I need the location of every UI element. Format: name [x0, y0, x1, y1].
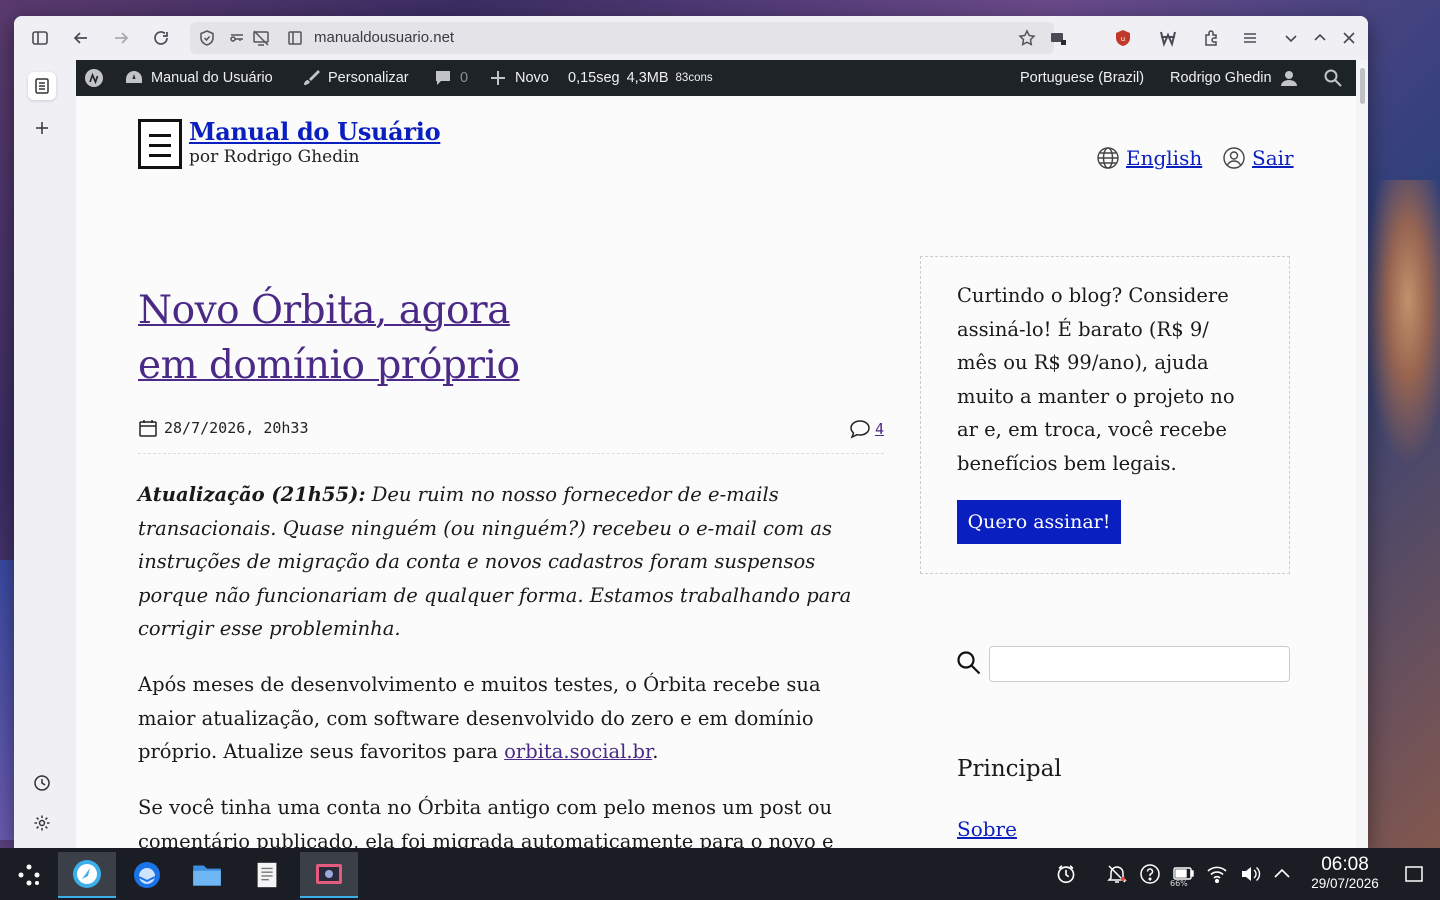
- permissions-icon[interactable]: [228, 29, 246, 51]
- admin-site-link[interactable]: Manual do Usuário: [124, 60, 273, 96]
- post-date: 28/7/2026, 20h33: [138, 418, 309, 438]
- brush-icon: [304, 70, 320, 85]
- browser-sidebar: [14, 60, 76, 848]
- extensions-puzzle-icon[interactable]: [1197, 24, 1225, 52]
- extension-icon[interactable]: [1044, 24, 1072, 52]
- reload-button[interactable]: [147, 24, 175, 52]
- post-paragraph: Se você tinha uma conta no Órbita antigo…: [138, 796, 834, 848]
- back-button[interactable]: [67, 24, 95, 52]
- file-manager-icon[interactable]: [178, 852, 236, 898]
- search-icon[interactable]: [956, 650, 982, 676]
- post-meta: 28/7/2026, 20h33 4: [138, 416, 884, 454]
- reader-panel-icon[interactable]: [28, 72, 56, 100]
- maximize-icon[interactable]: [1306, 24, 1334, 52]
- plus-icon: [491, 71, 505, 85]
- post-paragraph: Após meses de desenvolvimento e muitos t…: [138, 673, 821, 764]
- site-title[interactable]: Manual do Usuário: [189, 117, 441, 146]
- settings-gear-icon[interactable]: [28, 809, 56, 837]
- wp-admin-bar: Manual do Usuário Personalizar 0 Novo 0,…: [76, 60, 1356, 96]
- admin-search-icon[interactable]: [1323, 60, 1343, 96]
- subscribe-text: Curtindo o blog? Considere assiná-lo! É …: [957, 284, 1235, 475]
- menu-link-sobre[interactable]: Sobre: [957, 817, 1017, 841]
- clock-time[interactable]: 06:08: [1300, 854, 1390, 876]
- site-tagline: por Rodrigo Ghedin: [189, 147, 360, 167]
- admin-customize-link[interactable]: Personalizar: [301, 60, 409, 96]
- screenshot-tool-icon[interactable]: [300, 852, 358, 898]
- browser-task-icon[interactable]: [58, 852, 116, 898]
- caffeine-icon[interactable]: [1050, 858, 1082, 890]
- help-icon[interactable]: [1138, 862, 1162, 886]
- page-info-icon[interactable]: [286, 29, 304, 51]
- wifi-icon[interactable]: [1205, 862, 1229, 886]
- user-avatar-icon: [1280, 71, 1297, 86]
- menu-icon[interactable]: [1236, 24, 1264, 52]
- text-editor-icon[interactable]: [238, 852, 296, 898]
- volume-icon[interactable]: [1238, 862, 1262, 886]
- language-link[interactable]: English: [1096, 146, 1202, 170]
- logout-link[interactable]: Sair: [1222, 146, 1294, 170]
- browser-toolbar: manualdousuario.net u: [14, 16, 1368, 60]
- admin-user-menu[interactable]: Rodrigo Ghedin: [1170, 60, 1299, 96]
- orbita-link[interactable]: orbita.social.br: [504, 740, 652, 763]
- battery-percentage: 66%: [1170, 879, 1188, 888]
- search-input[interactable]: [989, 646, 1290, 682]
- history-icon[interactable]: [28, 769, 56, 797]
- comment-bubble-icon: [436, 71, 450, 85]
- wallabag-icon[interactable]: [1154, 24, 1182, 52]
- wallpaper-decoration: [1360, 180, 1440, 480]
- ublock-origin-icon[interactable]: u: [1109, 24, 1137, 52]
- close-icon[interactable]: [1335, 24, 1363, 52]
- thunderbird-icon[interactable]: [118, 852, 176, 898]
- shield-icon[interactable]: [198, 29, 216, 51]
- wordpress-logo-icon[interactable]: [84, 60, 104, 96]
- subscribe-widget: Curtindo o blog? Considere assiná-lo! É …: [920, 256, 1290, 574]
- scrollbar-thumb[interactable]: [1360, 68, 1365, 104]
- url-text[interactable]: manualdousuario.net: [314, 29, 454, 46]
- sidebar-toggle-icon[interactable]: [26, 24, 54, 52]
- svg-text:u: u: [1121, 35, 1125, 43]
- taskbar: 66% 06:08 29/07/2026: [0, 848, 1440, 900]
- site-logo[interactable]: [138, 119, 182, 169]
- app-launcher-icon[interactable]: [0, 852, 58, 898]
- add-panel-icon[interactable]: [28, 114, 56, 142]
- subscribe-button[interactable]: Quero assinar!: [957, 500, 1121, 544]
- page-viewport: Manual do Usuário Personalizar 0 Novo 0,…: [76, 60, 1356, 848]
- bookmark-star-icon[interactable]: [1018, 29, 1036, 51]
- post-title[interactable]: Novo Órbita, agora em domínio próprio: [138, 283, 598, 393]
- minimize-icon[interactable]: [1277, 24, 1305, 52]
- show-desktop-icon[interactable]: [1402, 862, 1426, 886]
- user-circle-icon: [1223, 147, 1245, 169]
- tray-expand-icon[interactable]: [1270, 862, 1294, 886]
- admin-language-switcher[interactable]: Portuguese (Brazil): [1020, 60, 1144, 96]
- calendar-icon: [139, 420, 157, 437]
- dashboard-icon: [126, 71, 142, 83]
- screen-sharing-blocked-icon[interactable]: [252, 29, 270, 51]
- menu-widget-heading: Principal: [957, 756, 1062, 782]
- notifications-off-icon[interactable]: [1105, 862, 1129, 886]
- page-scrollbar[interactable]: [1358, 62, 1366, 848]
- admin-new-link[interactable]: Novo: [488, 60, 549, 96]
- admin-comments-link[interactable]: 0: [433, 60, 468, 96]
- comment-icon: [850, 420, 870, 439]
- post-comments-link[interactable]: 4: [849, 418, 884, 440]
- clock-date[interactable]: 29/07/2026: [1300, 876, 1390, 891]
- update-notice: Atualização (21h55): Deu ruim no nosso f…: [138, 483, 852, 641]
- browser-window: manualdousuario.net u Manual do Usuário …: [14, 16, 1368, 848]
- globe-icon: [1097, 147, 1119, 169]
- forward-button[interactable]: [107, 24, 135, 52]
- admin-query-monitor[interactable]: 0,15seg 4,3MB 83cons: [568, 60, 713, 96]
- address-bar[interactable]: manualdousuario.net: [190, 22, 1054, 54]
